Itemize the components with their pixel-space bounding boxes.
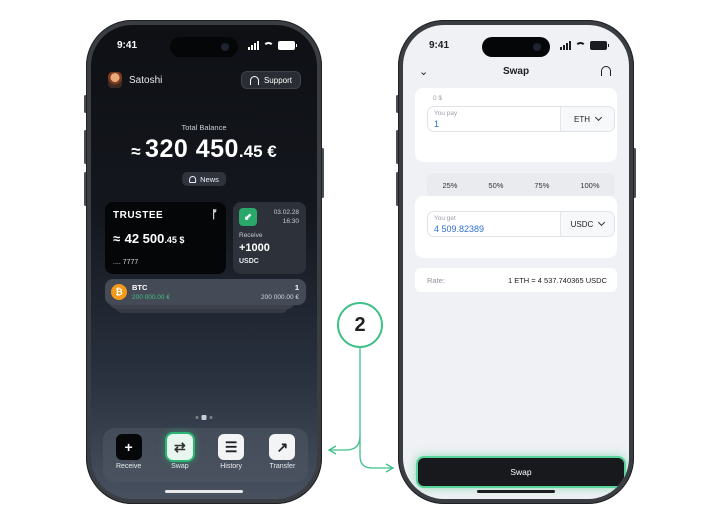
step-badge: 2 bbox=[337, 302, 383, 348]
connector-line-left bbox=[330, 348, 361, 451]
stage: 9:41 Satoshi Support Total Balance ≈ 320… bbox=[0, 0, 720, 525]
step-connector bbox=[327, 348, 395, 473]
connector-line-right bbox=[359, 436, 392, 469]
